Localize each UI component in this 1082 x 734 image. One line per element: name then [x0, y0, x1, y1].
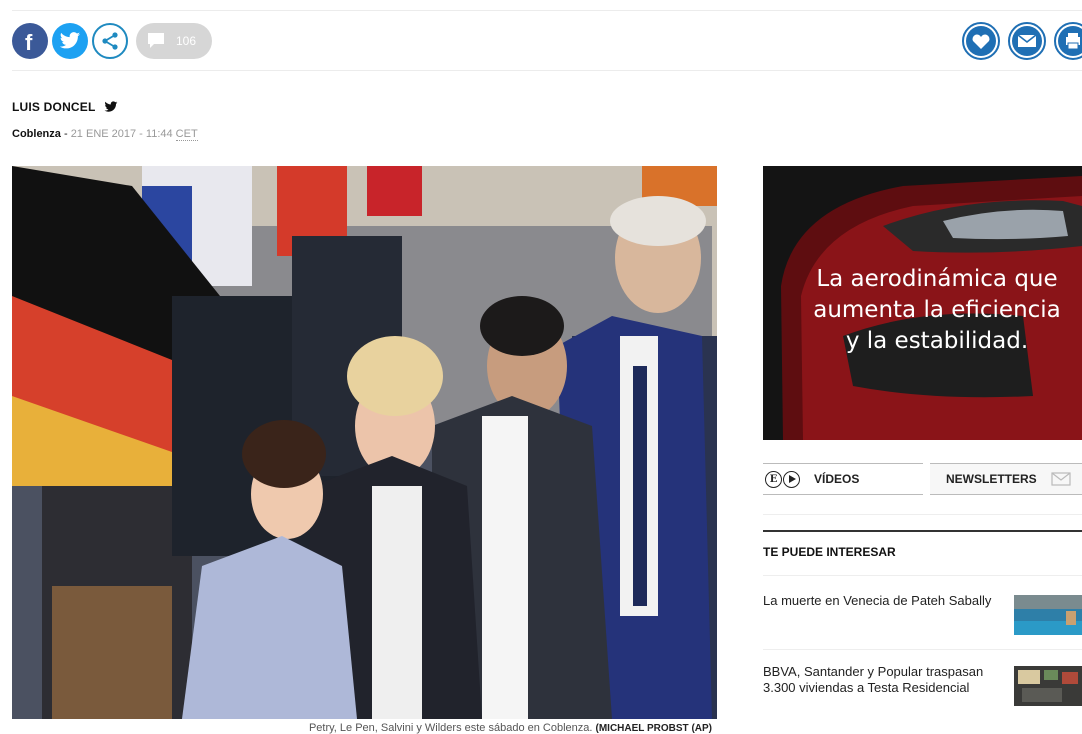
tab-videos[interactable]: E VÍDEOS — [763, 463, 923, 495]
share-bar: f 106 — [12, 22, 212, 60]
favorite-icon — [966, 26, 996, 56]
tab-videos-label: VÍDEOS — [814, 472, 860, 486]
ad-line: aumenta la eficiencia — [813, 297, 1061, 323]
print-button[interactable] — [1054, 22, 1082, 60]
comments-button[interactable]: 106 — [136, 23, 212, 59]
list-item[interactable]: La muerte en Venecia de Pateh Sabally — [763, 593, 1082, 635]
twitter-share-button[interactable] — [52, 23, 88, 59]
caption-text: Petry, Le Pen, Salvini y Wilders este sá… — [308, 722, 593, 734]
email-icon — [1012, 26, 1042, 56]
dateline: Coblenza - 21 ENE 2017 - 11:44 CET — [12, 128, 198, 141]
photo-credit: (MICHAEL PROBST (AP) — [595, 723, 712, 734]
story-thumbnail[interactable] — [1014, 595, 1082, 635]
car-advertisement[interactable]: La aerodinámica que aumenta la eficienci… — [763, 166, 1082, 440]
sidebar-divider — [763, 514, 1082, 515]
print-icon — [1058, 26, 1082, 56]
byline: LUIS DONCEL — [12, 100, 118, 114]
share-icon — [102, 32, 118, 50]
dateline-city: Coblenza — [12, 128, 61, 140]
list-divider — [763, 649, 1082, 650]
el-pais-logo-icon: E — [765, 470, 782, 488]
favorite-button[interactable] — [962, 22, 1000, 60]
story-thumbnail[interactable] — [1014, 666, 1082, 706]
publish-date: 21 ENE 2017 - 11:44 — [70, 128, 176, 140]
article-photo — [12, 166, 717, 719]
facebook-share-button[interactable]: f — [12, 23, 48, 59]
el-pais-video-icon: E — [765, 470, 800, 488]
section-rule — [763, 530, 1082, 532]
svg-text:f: f — [25, 30, 33, 55]
photo-illustration — [12, 166, 717, 719]
article-actions — [962, 22, 1082, 60]
list-item[interactable]: BBVA, Santander y Popular traspasan 3.30… — [763, 664, 1082, 706]
facebook-icon: f — [25, 30, 33, 55]
play-icon — [783, 470, 800, 488]
envelope-icon — [1051, 472, 1071, 486]
story-title[interactable]: La muerte en Venecia de Pateh Sabally — [763, 593, 995, 635]
dateline-separator: - — [60, 128, 71, 140]
email-button[interactable] — [1008, 22, 1046, 60]
section-title: TE PUEDE INTERESAR — [763, 545, 896, 559]
photo-caption: Petry, Le Pen, Salvini y Wilders este sá… — [12, 722, 712, 734]
timezone: CET — [175, 128, 198, 141]
section-divider — [763, 575, 1082, 576]
story-title[interactable]: BBVA, Santander y Popular traspasan 3.30… — [763, 664, 995, 706]
comment-count: 106 — [176, 34, 197, 48]
comment-icon — [148, 33, 164, 48]
twitter-icon[interactable] — [104, 101, 118, 113]
ad-line: y la estabilidad. — [845, 328, 1029, 354]
tab-newsletters[interactable]: NEWSLETTERS — [930, 463, 1082, 495]
twitter-icon — [59, 32, 81, 49]
top-divider — [12, 10, 1082, 11]
ad-headline: La aerodinámica que aumenta la eficienci… — [795, 264, 1079, 357]
tab-newsletters-label: NEWSLETTERS — [946, 472, 1037, 486]
ad-line: La aerodinámica que — [816, 266, 1058, 292]
more-share-button[interactable] — [92, 23, 128, 59]
author-name[interactable]: LUIS DONCEL — [12, 100, 96, 114]
share-divider — [12, 70, 1082, 71]
sidebar-tabs: E VÍDEOS NEWSLETTERS — [763, 463, 1082, 495]
